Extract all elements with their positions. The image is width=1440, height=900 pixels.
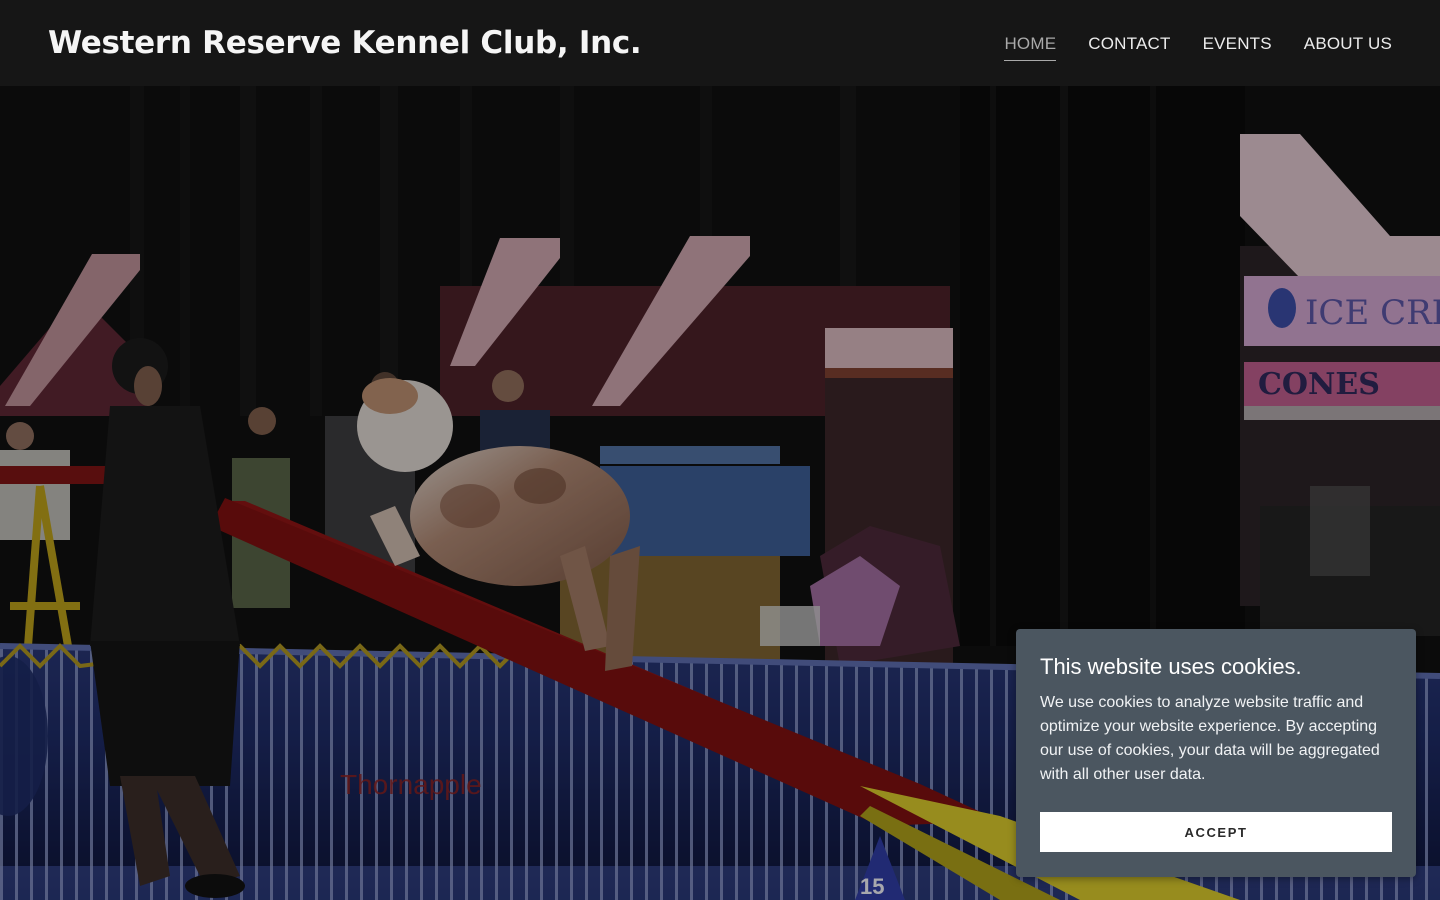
site-header: Western Reserve Kennel Club, Inc. HOME C… <box>0 0 1440 86</box>
nav-home[interactable]: HOME <box>1004 26 1057 61</box>
cookie-banner-title: This website uses cookies. <box>1040 654 1302 679</box>
accept-cookies-button[interactable]: ACCEPT <box>1040 812 1392 852</box>
site-title[interactable]: Western Reserve Kennel Club, Inc. <box>48 25 642 61</box>
nav-contact[interactable]: CONTACT <box>1088 26 1170 61</box>
nav-events[interactable]: EVENTS <box>1203 26 1272 61</box>
cookie-banner-text: We use cookies to analyze website traffi… <box>1040 694 1380 783</box>
cookie-banner: This website uses cookies. We use cookie… <box>1016 629 1416 877</box>
main-nav: HOME CONTACT EVENTS ABOUT US <box>972 26 1392 61</box>
nav-about-us[interactable]: ABOUT US <box>1304 26 1392 61</box>
